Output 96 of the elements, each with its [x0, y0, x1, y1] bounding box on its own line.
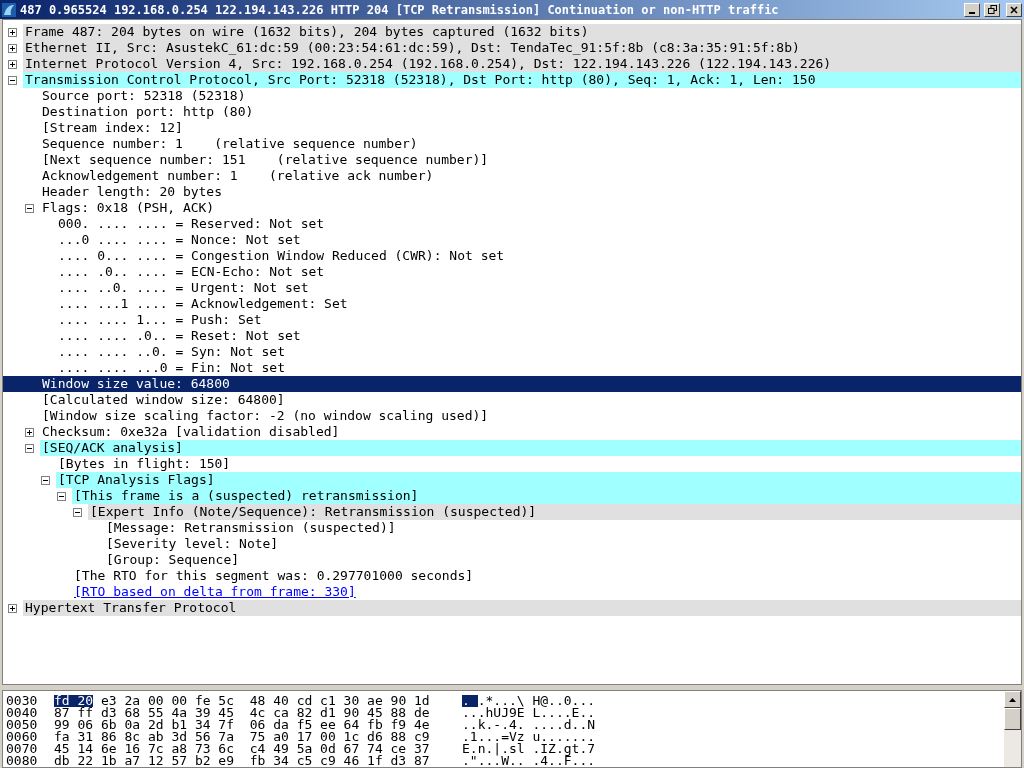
byte-offset: 0050	[6, 719, 39, 731]
tree-row-background[interactable]: [Window size scaling factor: -2 (no window scaling used)]	[3, 408, 1021, 424]
minimize-button[interactable]	[964, 2, 980, 17]
restore-icon	[987, 5, 997, 14]
tree-item-text: [Window size scaling factor: -2 (no window scaling used)]	[41, 408, 490, 424]
byte-offset: 0070	[6, 743, 39, 755]
hex-bytes: e3 2a 00 00 fe 5c 48 40 cd c1 30 ae 90 1d	[99, 695, 430, 707]
tree-row-background[interactable]: Source port: 52318 (52318)	[3, 88, 1021, 104]
hex-bytes: db 22 1b a7 12 57 b2 e9 fb 34 c5 c9 46 1f d3 87	[54, 755, 430, 767]
tree-row-background[interactable]: .... .... ..0. = Syn: Not set	[3, 344, 1021, 360]
tree-row-background[interactable]: Destination port: http (80)	[3, 104, 1021, 120]
tree-item-text: [Message: Retransmission (suspected)]	[105, 520, 397, 536]
tree-item-text: Flags: 0x18 (PSH, ACK)	[41, 200, 216, 216]
collapse-toggle[interactable]	[25, 443, 34, 453]
hex-bytes: fa 31 86 8c ab 3d 56 7a 75 a0 17 00 1c d6 88 c9	[54, 731, 430, 743]
selected-tree-row[interactable]: Window size value: 64800	[3, 376, 1021, 392]
expand-toggle[interactable]	[8, 59, 17, 69]
ascii-bytes: .*...\ H@..0...	[477, 695, 596, 707]
byte-offset: 0080	[6, 755, 39, 767]
tree-row-background[interactable]: [Message: Retransmission (suspected)]	[3, 520, 1021, 536]
scroll-thumb[interactable]	[1004, 708, 1021, 730]
tree-item-text: ...0 .... .... = Nonce: Not set	[57, 232, 302, 248]
collapse-toggle[interactable]	[25, 203, 34, 213]
tree-item-text: .... 0... .... = Congestion Window Reduced (CWR): Not set	[57, 248, 506, 264]
tree-item-text: [Calculated window size: 64800]	[41, 392, 286, 408]
tree-item-text: Sequence number: 1 (relative sequence number)	[41, 136, 419, 152]
fin-icon	[2, 2, 16, 17]
tree-row-background[interactable]: [Next sequence number: 151 (relative sequence number)]	[3, 152, 1021, 168]
tree-row-background[interactable]: Flags: 0x18 (PSH, ACK)	[3, 200, 1021, 216]
tree-item-text: Acknowledgement number: 1 (relative ack number)	[41, 168, 435, 184]
byte-offset: 0030	[6, 695, 39, 707]
collapse-toggle[interactable]	[57, 491, 66, 501]
tree-item-text: .... .... ..0. = Syn: Not set	[57, 344, 286, 360]
tree-item-text: .... .... .0.. = Reset: Not set	[57, 328, 302, 344]
expand-toggle[interactable]	[8, 43, 17, 53]
tree-item-text: .... .... ...0 = Fin: Not set	[57, 360, 286, 376]
tree-item-text: Source port: 52318 (52318)	[41, 88, 247, 104]
window-title: 487 0.965524 192.168.0.254 122.194.143.226 HTTP 204 [TCP Retransmission] Continuation or non-HTTP traffic	[20, 2, 780, 17]
hex-bytes: 99 06 6b 0a 2d b1 34 7f 06 da f5 ee 64 fb f9 4e	[54, 719, 430, 731]
ascii-bytes: E.n.|.sl .IZ.gt.7	[462, 743, 596, 755]
ascii-bytes: .	[462, 695, 478, 707]
expand-toggle[interactable]	[8, 603, 17, 613]
collapse-toggle[interactable]	[8, 75, 17, 85]
tree-item-text: .... ..0. .... = Urgent: Not set	[57, 280, 310, 296]
ascii-bytes: ."...W.. .4..F...	[462, 755, 596, 767]
tree-item-text: Checksum: 0xe32a [validation disabled]	[41, 424, 341, 440]
tree-item-text: [Group: Sequence]	[105, 552, 241, 568]
tree-row-background[interactable]: Header length: 20 bytes	[3, 184, 1021, 200]
tree-row-background[interactable]: [Stream index: 12]	[3, 120, 1021, 136]
tree-item-text: [Severity level: Note]	[105, 536, 280, 552]
tree-row-background[interactable]: [Calculated window size: 64800]	[3, 392, 1021, 408]
expand-toggle[interactable]	[8, 27, 17, 37]
up-arrow-icon	[1009, 697, 1016, 702]
tree-row-background[interactable]: Acknowledgement number: 1 (relative ack number)	[3, 168, 1021, 184]
tree-row-background[interactable]: [Group: Sequence]	[3, 552, 1021, 568]
scroll-up-button[interactable]	[1004, 691, 1021, 708]
tree-item-text: [Stream index: 12]	[41, 120, 184, 136]
tree-item-text: Destination port: http (80)	[41, 104, 255, 120]
tree-row-background[interactable]: 000. .... .... = Reserved: Not set	[3, 216, 1021, 232]
tree-row-background[interactable]: .... .... 1... = Push: Set	[3, 312, 1021, 328]
tree-row-background[interactable]: .... ..0. .... = Urgent: Not set	[3, 280, 1021, 296]
restore-button[interactable]	[984, 2, 1000, 17]
tree-item-text: Window size value: 64800	[41, 376, 231, 392]
collapse-toggle[interactable]	[41, 475, 50, 485]
tree-item-text: [Bytes in flight: 150]	[57, 456, 232, 472]
tree-row-background[interactable]: Sequence number: 1 (relative sequence number)	[3, 136, 1021, 152]
tree-row-background[interactable]: .... 0... .... = Congestion Window Reduced (CWR): Not set	[3, 248, 1021, 264]
tree-row-background[interactable]: ...0 .... .... = Nonce: Not set	[3, 232, 1021, 248]
close-icon	[1010, 5, 1018, 14]
collapse-toggle[interactable]	[73, 507, 82, 517]
tree-row-background[interactable]: .... .... ...0 = Fin: Not set	[3, 360, 1021, 376]
byte-offset: 0060	[6, 731, 39, 743]
tree-row-background[interactable]: [The RTO for this segment was: 0.297701000 seconds]	[3, 568, 1021, 584]
tree-row-background[interactable]: .... .... .0.. = Reset: Not set	[3, 328, 1021, 344]
tree-row-background[interactable]: [Severity level: Note]	[3, 536, 1021, 552]
tree-item-text: 000. .... .... = Reserved: Not set	[57, 216, 326, 232]
hex-bytes: 45 14 6e 16 7c a8 73 6c c4 49 5a 0d 67 74 ce 37	[54, 743, 430, 755]
ascii-bytes: .1...=Vz u.......	[462, 731, 596, 743]
hex-bytes: fd 20	[54, 695, 94, 707]
ascii-bytes: ...hUJ9E L....E..	[462, 707, 596, 719]
minimize-icon	[969, 11, 975, 14]
tree-item-text: .... .... 1... = Push: Set	[57, 312, 263, 328]
tree-item-text: Header length: 20 bytes	[41, 184, 223, 200]
tree-row-background[interactable]: Checksum: 0xe32a [validation disabled]	[3, 424, 1021, 440]
tree-item-text: .... .0.. .... = ECN-Echo: Not set	[57, 264, 326, 280]
tree-item-text: [The RTO for this segment was: 0.297701000 seconds]	[73, 568, 475, 584]
byte-offset: 0040	[6, 707, 39, 719]
tree-row-background[interactable]: .... ...1 .... = Acknowledgement: Set	[3, 296, 1021, 312]
close-button[interactable]	[1006, 2, 1022, 17]
hex-bytes: 87 ff d3 68 55 4a 39 45 4c ca 82 d1 90 45 88 de	[54, 707, 430, 719]
tree-item-text: [Next sequence number: 151 (relative sequence number)]	[41, 152, 490, 168]
tree-row-background[interactable]: [Bytes in flight: 150]	[3, 456, 1021, 472]
tree-item-text: .... ...1 .... = Acknowledgement: Set	[57, 296, 349, 312]
tree-row-background[interactable]: .... .0.. .... = ECN-Echo: Not set	[3, 264, 1021, 280]
ascii-bytes: ..k.-.4. ....d..N	[462, 719, 596, 731]
expand-toggle[interactable]	[25, 427, 34, 437]
